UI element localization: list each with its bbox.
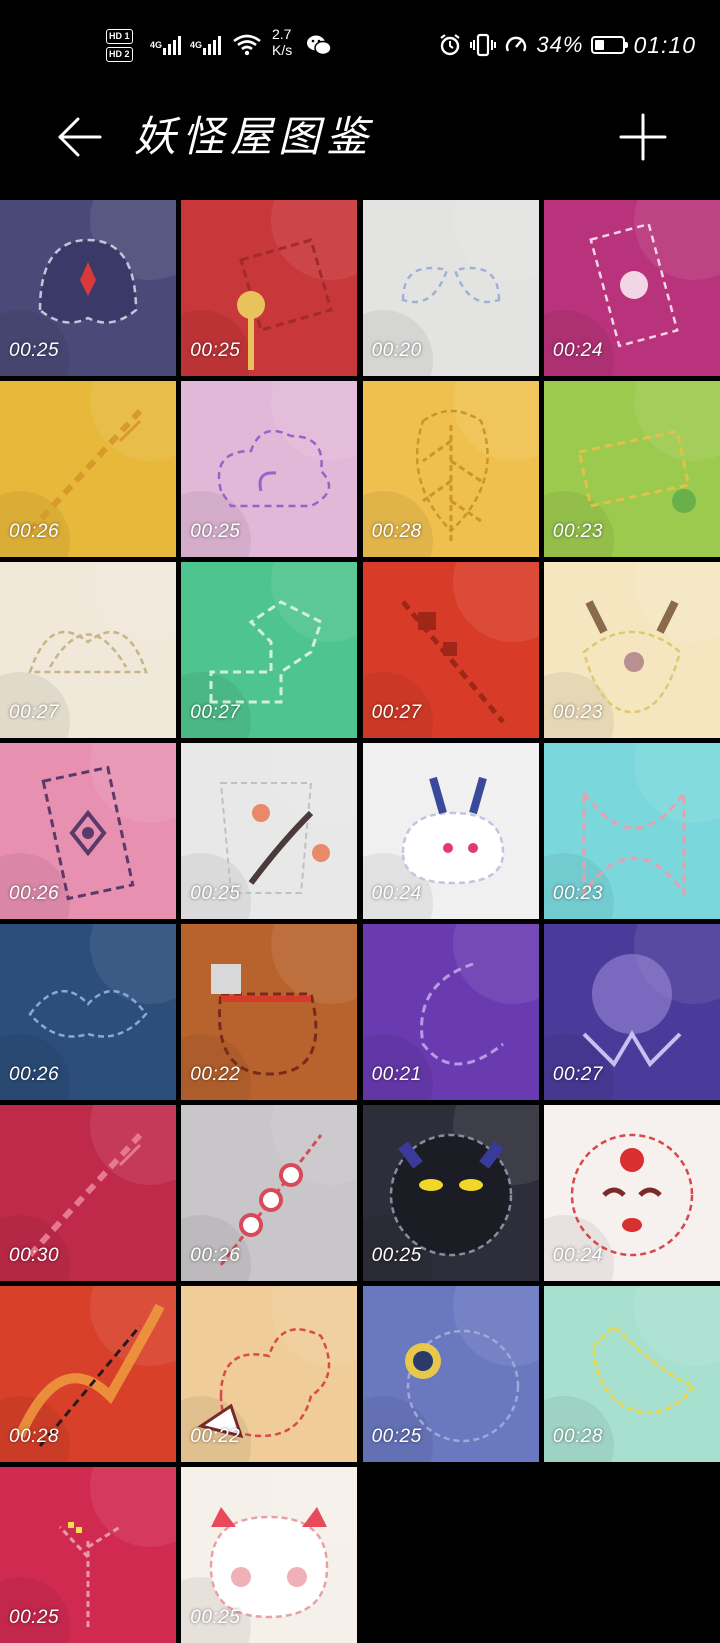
battery-fill xyxy=(595,40,605,50)
video-thumbnail[interactable]: 00:24 xyxy=(543,200,720,376)
video-thumbnail[interactable]: 00:24 xyxy=(362,743,539,919)
battery-percent: 34% xyxy=(536,32,584,57)
network-speed: 2.7 K/s xyxy=(272,26,292,64)
video-duration: 00:28 xyxy=(9,1426,60,1447)
video-duration: 00:27 xyxy=(552,1064,603,1085)
video-thumbnail[interactable]: 00:23 xyxy=(543,562,720,738)
video-thumbnail[interactable]: 00:27 xyxy=(362,562,539,738)
video-thumbnail[interactable]: 00:25 xyxy=(181,200,358,376)
video-duration: 00:25 xyxy=(9,340,60,361)
video-duration: 00:27 xyxy=(371,702,422,723)
video-thumbnail[interactable]: 00:25 xyxy=(0,200,176,376)
video-thumbnail[interactable]: 00:23 xyxy=(543,743,720,919)
status-bar: HD 1 HD 2 4G 4G 2.7 K/s 34% 01:10 xyxy=(0,0,720,90)
video-thumbnail[interactable]: 00:20 xyxy=(362,200,539,376)
video-thumbnail[interactable]: 00:26 xyxy=(0,743,176,919)
wifi-icon xyxy=(233,34,261,56)
video-duration: 00:25 xyxy=(190,340,241,361)
video-duration: 00:26 xyxy=(9,883,60,904)
vibrate-icon xyxy=(470,33,497,57)
video-thumbnail[interactable]: 00:25 xyxy=(181,1467,358,1643)
video-duration: 00:23 xyxy=(552,702,603,723)
clock: 01:10 xyxy=(633,31,696,58)
hd-indicators: HD 1 HD 2 xyxy=(106,26,133,64)
video-duration: 00:21 xyxy=(371,1064,422,1085)
network-type-1: 4G xyxy=(150,40,163,50)
speed-value: 2.7 xyxy=(272,26,292,42)
video-thumbnail[interactable]: 00:28 xyxy=(543,1286,720,1462)
video-duration: 00:30 xyxy=(9,1245,60,1266)
back-button[interactable] xyxy=(50,110,110,164)
video-duration: 00:28 xyxy=(371,521,422,542)
video-thumbnail[interactable]: 00:26 xyxy=(0,381,176,557)
video-thumbnail[interactable]: 00:25 xyxy=(0,1467,176,1643)
page-title: 妖怪屋图鉴 xyxy=(134,112,375,161)
video-thumbnail[interactable]: 00:25 xyxy=(362,1105,539,1281)
signal-icon xyxy=(163,36,182,55)
video-duration: 00:25 xyxy=(190,1607,241,1628)
wechat-icon xyxy=(306,26,332,64)
video-duration: 00:27 xyxy=(9,702,60,723)
alarm-icon xyxy=(440,34,461,56)
signal-group: 4G 4G xyxy=(150,26,262,64)
video-thumbnail[interactable]: 00:21 xyxy=(362,924,539,1100)
video-thumbnail[interactable]: 00:25 xyxy=(362,1286,539,1462)
hd2-badge: HD 2 xyxy=(106,46,133,62)
video-grid: 00:25 00:25 00:20 00:24 00:26 00:25 00:28 00:23… xyxy=(0,200,720,1643)
back-arrow-icon xyxy=(58,117,102,157)
signal-icon xyxy=(203,36,222,55)
video-duration: 00:28 xyxy=(552,1426,603,1447)
video-duration: 00:26 xyxy=(9,521,60,542)
video-thumbnail[interactable]: 00:27 xyxy=(181,562,358,738)
video-thumbnail[interactable]: 00:24 xyxy=(543,1105,720,1281)
video-duration: 00:25 xyxy=(190,521,241,542)
video-duration: 00:25 xyxy=(190,883,241,904)
network-type-2: 4G xyxy=(190,40,203,50)
video-thumbnail[interactable]: 00:25 xyxy=(181,743,358,919)
video-thumbnail[interactable]: 00:26 xyxy=(181,1105,358,1281)
video-thumbnail[interactable]: 00:28 xyxy=(0,1286,176,1462)
add-button[interactable] xyxy=(616,110,670,164)
video-duration: 00:20 xyxy=(371,340,422,361)
video-thumbnail[interactable]: 00:25 xyxy=(181,381,358,557)
video-thumbnail[interactable]: 00:22 xyxy=(181,924,358,1100)
video-duration: 00:24 xyxy=(552,340,603,361)
video-duration: 00:23 xyxy=(552,521,603,542)
video-thumbnail[interactable]: 00:27 xyxy=(0,562,176,738)
video-thumbnail[interactable]: 00:28 xyxy=(362,381,539,557)
video-duration: 00:22 xyxy=(190,1064,241,1085)
video-duration: 00:25 xyxy=(371,1426,422,1447)
video-thumbnail[interactable]: 00:30 xyxy=(0,1105,176,1281)
video-duration: 00:24 xyxy=(552,1245,603,1266)
video-duration: 00:22 xyxy=(190,1426,241,1447)
video-thumbnail[interactable]: 00:26 xyxy=(0,924,176,1100)
video-duration: 00:25 xyxy=(371,1245,422,1266)
app-bar: 妖怪屋图鉴 xyxy=(0,96,720,178)
nfc-icon xyxy=(506,36,527,52)
video-duration: 00:26 xyxy=(9,1064,60,1085)
speed-unit: K/s xyxy=(272,42,293,58)
plus-icon xyxy=(619,113,667,161)
hd1-badge: HD 1 xyxy=(106,28,133,44)
video-thumbnail[interactable]: 00:22 xyxy=(181,1286,358,1462)
video-duration: 00:24 xyxy=(371,883,422,904)
video-thumbnail[interactable]: 00:23 xyxy=(543,381,720,557)
battery-icon xyxy=(591,36,629,54)
video-duration: 00:27 xyxy=(190,702,241,723)
status-right-group: 34% 01:10 xyxy=(438,26,696,64)
video-duration: 00:23 xyxy=(552,883,603,904)
video-thumbnail[interactable]: 00:27 xyxy=(543,924,720,1100)
video-duration: 00:26 xyxy=(190,1245,241,1266)
video-duration: 00:25 xyxy=(9,1607,60,1628)
